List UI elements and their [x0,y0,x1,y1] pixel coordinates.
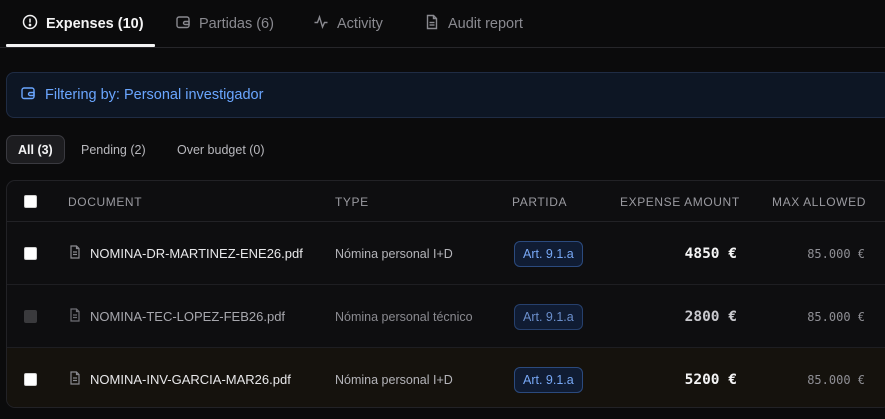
column-header-expense-amount[interactable]: EXPENSE AMOUNT [620,181,740,222]
document-cell[interactable]: NOMINA-TEC-LOPEZ-FEB26.pdf [68,285,285,348]
wallet-icon [175,14,191,34]
document-icon [424,14,440,34]
tab-audit-report[interactable]: Audit report [424,0,523,47]
partida-badge[interactable]: Art. 9.1.a [514,303,583,330]
tab-bar: Expenses (10) Partidas (6) Activity Audi… [0,0,885,48]
filter-pending[interactable]: Pending (2) [70,135,157,164]
tab-label: Expenses (10) [46,15,144,32]
table-row[interactable]: NOMINA-TEC-LOPEZ-FEB26.pdf Nómina person… [7,285,885,348]
wallet-icon [20,85,36,105]
filter-label: Pending (2) [81,142,146,157]
filter-over-budget[interactable]: Over budget (0) [166,135,276,164]
document-name: NOMINA-TEC-LOPEZ-FEB26.pdf [90,309,286,324]
partida-badge[interactable]: Art. 9.1.a [514,240,583,267]
type-cell: Nómina personal I+D [335,246,453,261]
column-header-max-allowed[interactable]: MAX ALLOWED [772,181,866,222]
filter-label: Over budget (0) [177,142,265,157]
activity-icon [313,14,329,34]
document-cell[interactable]: NOMINA-DR-MARTINEZ-ENE26.pdf [68,222,303,285]
filter-label: All (3) [18,142,53,157]
filter-banner: Filtering by: Personal investigador [6,72,885,118]
file-icon [68,371,82,388]
document-cell[interactable]: NOMINA-INV-GARCIA-MAR26.pdf [68,348,291,407]
max-allowed: 85.000 € [807,309,865,324]
table-row[interactable]: NOMINA-INV-GARCIA-MAR26.pdf Nómina perso… [7,348,885,407]
expenses-table: DOCUMENT TYPE PARTIDA EXPENSE AMOUNT MAX… [6,180,885,408]
column-header-type[interactable]: TYPE [335,181,369,222]
expense-amount: 5200 € [684,371,737,388]
max-allowed: 85.000 € [807,246,865,261]
table-header: DOCUMENT TYPE PARTIDA EXPENSE AMOUNT MAX… [7,181,885,222]
row-checkbox[interactable] [24,247,37,260]
row-checkbox[interactable] [24,310,37,323]
tab-activity[interactable]: Activity [313,0,383,47]
active-tab-indicator [6,44,155,47]
document-name: NOMINA-INV-GARCIA-MAR26.pdf [90,372,291,387]
expense-amount: 2800 € [684,308,737,325]
file-icon [68,308,82,325]
tab-label: Activity [337,15,383,32]
max-allowed: 85.000 € [807,372,865,387]
tab-label: Audit report [448,15,523,32]
type-cell: Nómina personal técnico [335,309,473,324]
partida-badge[interactable]: Art. 9.1.a [514,366,583,393]
column-header-partida[interactable]: PARTIDA [512,181,567,222]
expense-amount: 4850 € [684,245,737,262]
alert-circle-icon [22,14,38,34]
tab-partidas[interactable]: Partidas (6) [175,0,274,47]
column-header-document[interactable]: DOCUMENT [68,181,142,222]
table-row[interactable]: NOMINA-DR-MARTINEZ-ENE26.pdf Nómina pers… [7,222,885,285]
tab-expenses[interactable]: Expenses (10) [22,0,144,47]
row-checkbox[interactable] [24,373,37,386]
filter-all[interactable]: All (3) [6,135,65,164]
type-cell: Nómina personal I+D [335,372,453,387]
tab-label: Partidas (6) [199,15,274,32]
select-all-checkbox[interactable] [24,195,37,208]
filter-banner-text: Filtering by: Personal investigador [45,87,264,103]
document-name: NOMINA-DR-MARTINEZ-ENE26.pdf [90,246,303,261]
file-icon [68,245,82,262]
